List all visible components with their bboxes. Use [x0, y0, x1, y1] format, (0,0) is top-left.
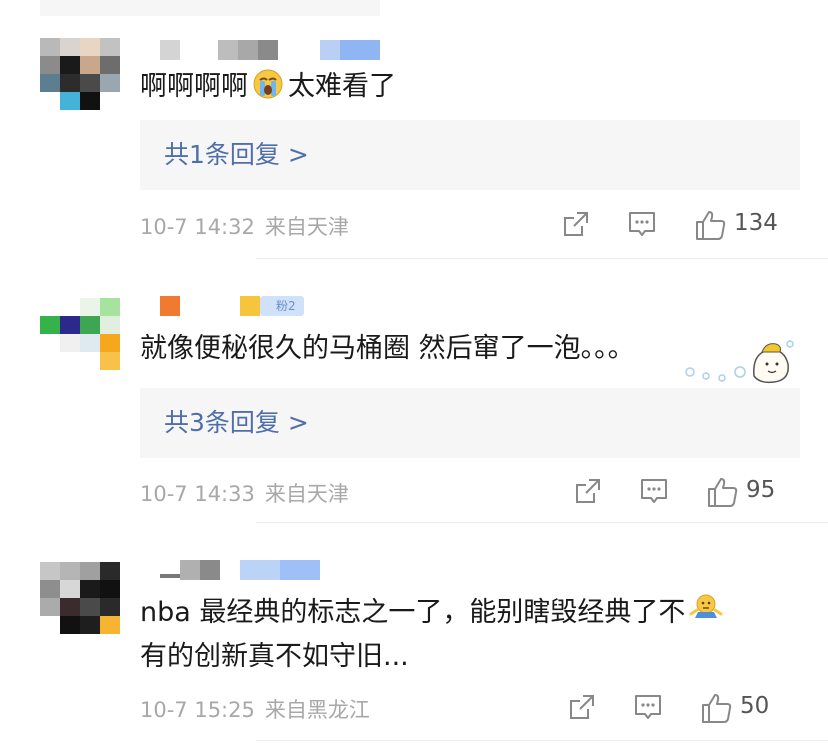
- comment-text-line2: 有的创新真不如守旧...: [140, 641, 409, 672]
- reply-button[interactable]: [626, 208, 658, 242]
- like-count: 95: [746, 477, 776, 503]
- comment-actions: 95: [572, 475, 800, 509]
- reply-button[interactable]: [632, 691, 664, 725]
- timestamp: 10-7 14:32: [140, 215, 255, 239]
- avatar[interactable]: [40, 562, 120, 634]
- crying-face-icon: [252, 68, 284, 100]
- fan-badge: 粉2: [260, 296, 304, 316]
- previous-comment-edge: [40, 0, 380, 16]
- location: 来自黑龙江: [264, 698, 370, 722]
- location: 来自天津: [264, 215, 349, 239]
- comment-actions: 134: [560, 208, 800, 242]
- comment-icon: [641, 479, 667, 503]
- view-replies-link[interactable]: 共3条回复 >: [164, 388, 309, 458]
- thumbs-up-icon: [696, 211, 726, 240]
- like-count: 50: [740, 693, 770, 719]
- divider: [256, 258, 828, 259]
- like-button[interactable]: 95: [706, 475, 802, 509]
- like-button[interactable]: 134: [694, 208, 804, 242]
- thumbs-up-icon: [702, 694, 732, 723]
- comment-icon: [629, 212, 655, 236]
- like-count: 134: [734, 210, 778, 236]
- cartoon-sticker-icon: [684, 336, 800, 386]
- repost-button[interactable]: [560, 208, 592, 242]
- thumbs-up-icon: [708, 478, 738, 507]
- comment-actions: 50: [566, 691, 800, 725]
- comment-text: nba 最经典的标志之一了，能别瞎毁经典了不: [140, 592, 725, 634]
- comment-meta: 10-7 14:33 来自天津: [140, 478, 349, 508]
- share-icon: [576, 479, 600, 503]
- repost-button[interactable]: [566, 691, 598, 725]
- avatar[interactable]: [40, 38, 120, 110]
- reply-summary[interactable]: 共1条回复 >: [140, 120, 800, 190]
- comment-text: 就像便秘很久的马桶圈 然后窜了一泡。。。: [140, 333, 635, 364]
- comment-meta: 10-7 15:25 来自黑龙江: [140, 694, 370, 724]
- reply-button[interactable]: [638, 475, 670, 509]
- avatar[interactable]: [40, 298, 120, 370]
- timestamp: 10-7 14:33: [140, 482, 255, 506]
- share-icon: [570, 695, 594, 719]
- view-replies-link[interactable]: 共1条回复 >: [164, 120, 309, 190]
- shrug-emoji-icon: [689, 592, 723, 624]
- reply-summary[interactable]: 共3条回复 >: [140, 388, 800, 458]
- divider: [256, 522, 828, 523]
- timestamp: 10-7 15:25: [140, 698, 255, 722]
- comment-meta: 10-7 14:32 来自天津: [140, 211, 349, 241]
- divider: [256, 740, 828, 741]
- share-icon: [564, 212, 588, 236]
- repost-button[interactable]: [572, 475, 604, 509]
- comment-icon: [635, 695, 661, 719]
- like-button[interactable]: 50: [700, 691, 796, 725]
- location: 来自天津: [264, 482, 349, 506]
- comment-text: 啊啊啊啊 太难看了: [140, 66, 396, 108]
